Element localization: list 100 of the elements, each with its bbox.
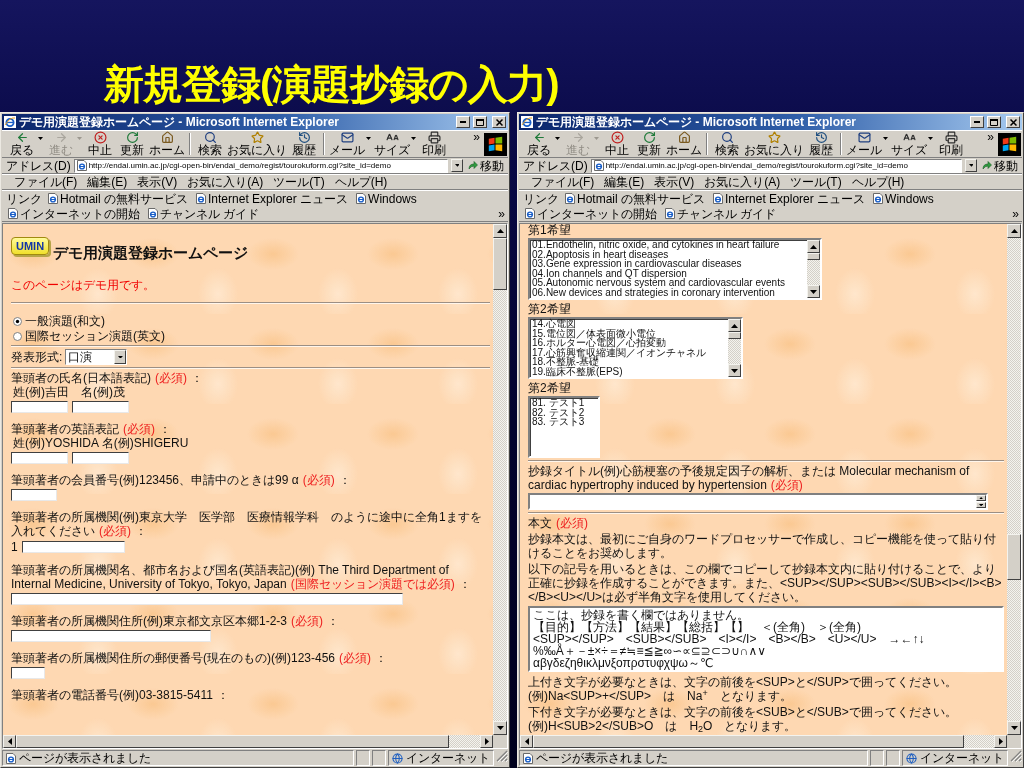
- caret-icon[interactable]: [366, 136, 371, 140]
- scroll-down-button[interactable]: [806, 285, 820, 298]
- mail-button[interactable]: メール: [845, 131, 883, 157]
- menu-item[interactable]: ツール(T): [269, 175, 329, 189]
- list-option[interactable]: 01.Endothelin, nitric oxide, and cytokines in heart failure: [532, 240, 785, 250]
- scroll-up-button[interactable]: [493, 224, 507, 238]
- menu-item[interactable]: 表示(V): [133, 175, 182, 189]
- menu-item[interactable]: 編集(E): [600, 175, 649, 189]
- refresh-button[interactable]: 更新: [116, 131, 148, 157]
- scroll-left-button[interactable]: [3, 735, 16, 748]
- list-box[interactable]: 14.心電図 15.電位図／体表面微小電位 16.ホルター心電図／心拍変動 17.心筋興奮収縮連関／イオンチャネル 18.不整脈-基礎 19.臨床不整脈(EPS): [528, 317, 743, 379]
- scroll-down-button[interactable]: [493, 721, 507, 735]
- maximize-button[interactable]: [473, 116, 487, 128]
- scroll-thumb[interactable]: [727, 332, 741, 339]
- menu-item[interactable]: ファイル(F): [10, 175, 82, 189]
- minimize-button[interactable]: [970, 116, 984, 128]
- link-item[interactable]: チャンネル ガイド: [663, 206, 779, 221]
- scroll-up-button[interactable]: [976, 495, 986, 501]
- more-links-button[interactable]: »: [496, 206, 507, 221]
- list-box[interactable]: [528, 238, 822, 300]
- address-field[interactable]: http://endai.umin.ac.jp/cgi-open-bin/endai_demo/regist/tourokuform.cgi?site_id=demo: [590, 158, 962, 173]
- text-input[interactable]: [11, 401, 68, 413]
- scroll-thumb[interactable]: [1007, 534, 1021, 581]
- go-button[interactable]: 移動: [980, 158, 1020, 173]
- home-button[interactable]: ホーム: [665, 131, 703, 157]
- text-input[interactable]: [11, 489, 57, 501]
- list-option[interactable]: 15.電位図／体表面微小電位: [532, 328, 706, 339]
- dropdown-button[interactable]: [451, 159, 463, 172]
- list-option[interactable]: 18.不整脈-基礎: [532, 357, 706, 367]
- list-option[interactable]: 83. テスト3: [532, 417, 585, 427]
- go-button[interactable]: 移動: [466, 158, 506, 173]
- scroll-up-button[interactable]: [727, 319, 741, 332]
- menu-item[interactable]: ツール(T): [786, 175, 846, 189]
- menu-item[interactable]: お気に入り(A): [700, 175, 785, 189]
- menu-item[interactable]: お気に入り(A): [183, 175, 268, 189]
- mail-button[interactable]: メール: [328, 131, 366, 157]
- refresh-button[interactable]: 更新: [633, 131, 665, 157]
- title-text-area[interactable]: [528, 493, 988, 510]
- list-option[interactable]: 17.心筋興奮収縮連関／イオンチャネル: [532, 347, 706, 358]
- caret-icon[interactable]: [883, 136, 888, 140]
- dropdown-select[interactable]: 口演: [65, 349, 128, 365]
- link-item[interactable]: Internet Explorer ニュース: [711, 191, 868, 206]
- text-input[interactable]: [11, 593, 403, 605]
- back-button[interactable]: 戻る: [6, 131, 38, 157]
- radio-button[interactable]: [13, 316, 22, 326]
- scroll-right-button[interactable]: [994, 735, 1007, 748]
- text-input[interactable]: [72, 452, 129, 464]
- scroll-left-button[interactable]: [520, 735, 533, 748]
- link-item[interactable]: チャンネル ガイド: [146, 206, 262, 221]
- menu-item[interactable]: ファイル(F): [527, 175, 599, 189]
- home-button[interactable]: ホーム: [148, 131, 186, 157]
- close-button[interactable]: [492, 116, 506, 128]
- list-option[interactable]: 81. テスト1: [532, 398, 585, 408]
- menu-item[interactable]: ヘルプ(H): [330, 175, 392, 189]
- scroll-up-button[interactable]: [1007, 224, 1021, 238]
- text-input[interactable]: [11, 667, 45, 679]
- scrollbar-track[interactable]: [806, 240, 820, 298]
- menu-item[interactable]: 編集(E): [83, 175, 132, 189]
- stop-button[interactable]: 中止: [84, 131, 116, 157]
- link-item[interactable]: インターネットの開始: [523, 206, 659, 221]
- favorites-button[interactable]: お気に入り: [743, 131, 805, 157]
- text-size-button[interactable]: サイズ: [373, 131, 411, 157]
- favorites-button[interactable]: お気に入り: [226, 131, 288, 157]
- more-links-button[interactable]: »: [1010, 206, 1021, 221]
- caret-icon[interactable]: [555, 136, 560, 140]
- list-option[interactable]: 14.心電図: [532, 319, 706, 329]
- print-button[interactable]: 印刷: [935, 131, 967, 157]
- list-option[interactable]: 19.臨床不整脈(EPS): [532, 366, 706, 377]
- list-option[interactable]: 04.Ion channels and QT dispersion: [532, 268, 785, 279]
- link-item[interactable]: インターネットの開始: [6, 206, 142, 221]
- more-button[interactable]: »: [985, 131, 996, 144]
- menu-item[interactable]: 表示(V): [650, 175, 699, 189]
- text-input[interactable]: [21, 541, 125, 553]
- scroll-thumb[interactable]: [493, 238, 507, 290]
- list-option[interactable]: 06.New devices and strategies in coronary intervention: [532, 287, 785, 298]
- scrollbar-track[interactable]: [727, 319, 741, 377]
- radio-label[interactable]: 国際セッション演題(英文): [25, 329, 165, 343]
- search-button[interactable]: 検索: [711, 131, 743, 157]
- link-item[interactable]: Hotmail の無料サービス: [46, 191, 190, 206]
- caret-icon[interactable]: [928, 136, 933, 140]
- text-input[interactable]: [72, 401, 129, 413]
- text-size-button[interactable]: サイズ: [890, 131, 928, 157]
- back-button[interactable]: 戻る: [523, 131, 555, 157]
- list-box[interactable]: 81. テスト1 82. テスト2 83. テスト3: [528, 396, 601, 458]
- dropdown-button[interactable]: [114, 350, 127, 364]
- scroll-down-button[interactable]: [1007, 721, 1021, 735]
- link-item[interactable]: Windows: [871, 191, 936, 206]
- list-option[interactable]: 03.Gene expression in cardiovascular diseases: [532, 259, 785, 269]
- history-button[interactable]: 履歴: [288, 131, 320, 157]
- list-option[interactable]: 16.ホルター心電図／心拍変動: [532, 338, 706, 348]
- text-input[interactable]: [11, 630, 211, 642]
- stop-button[interactable]: 中止: [601, 131, 633, 157]
- list-option[interactable]: 82. テスト2: [532, 407, 585, 418]
- scroll-up-button[interactable]: [806, 240, 820, 253]
- search-button[interactable]: 検索: [194, 131, 226, 157]
- history-button[interactable]: 履歴: [805, 131, 837, 157]
- maximize-button[interactable]: [987, 116, 1001, 128]
- scroll-thumb[interactable]: [806, 253, 820, 260]
- minimize-button[interactable]: [456, 116, 470, 128]
- scroll-down-button[interactable]: [727, 364, 741, 377]
